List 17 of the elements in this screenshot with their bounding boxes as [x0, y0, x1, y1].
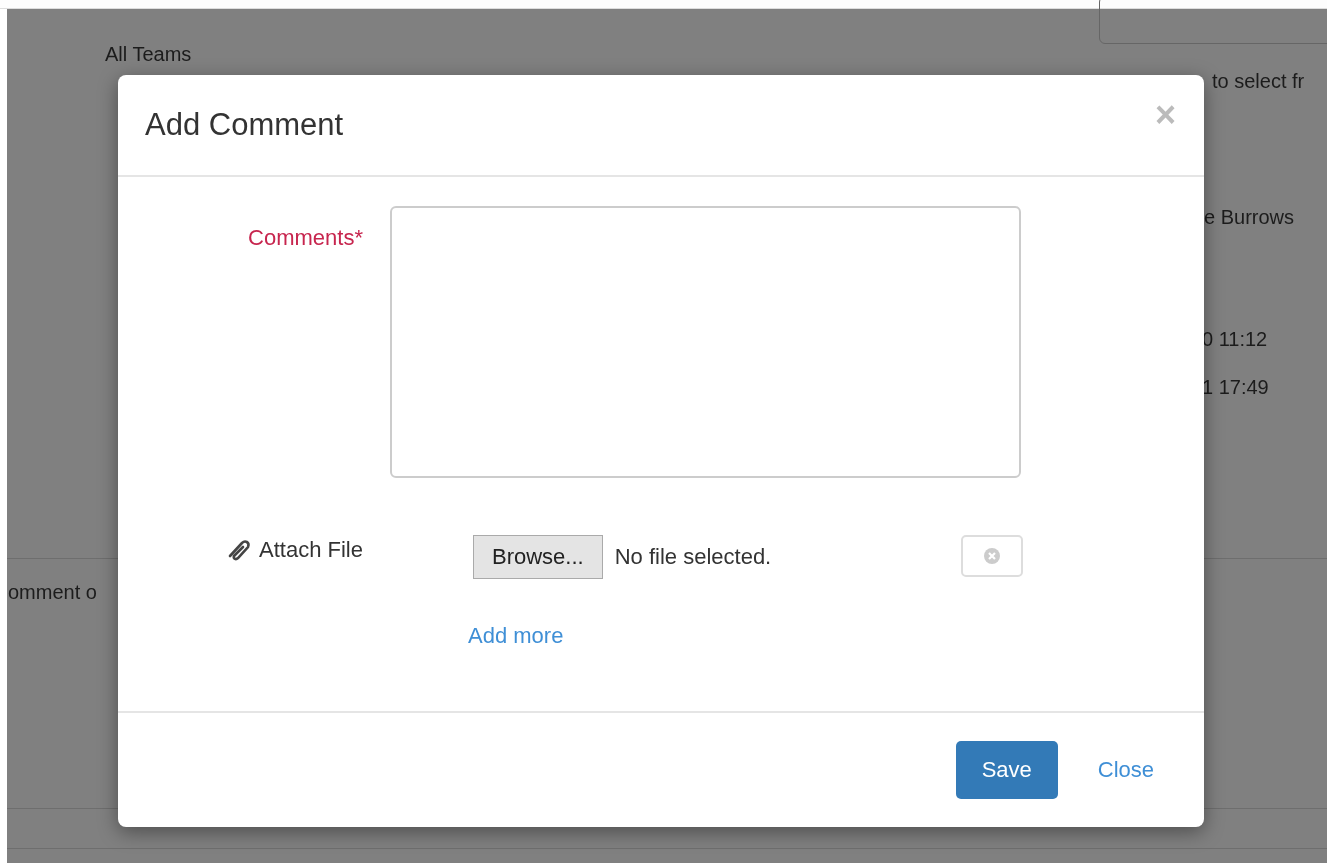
- attach-file-label: Attach File: [259, 537, 363, 563]
- comments-label: Comments*: [248, 225, 363, 250]
- save-button[interactable]: Save: [955, 741, 1058, 799]
- remove-button[interactable]: [961, 535, 1023, 577]
- date-time-text: 1 17:49: [1202, 376, 1269, 399]
- add-more-link[interactable]: Add more: [468, 623, 564, 649]
- file-status-text: No file selected.: [614, 544, 772, 570]
- dialog-title: Add Comment: [145, 107, 344, 143]
- team-filter-label: All Teams: [105, 43, 192, 66]
- comments-field[interactable]: [390, 206, 1021, 478]
- hint-text: to select fr: [1212, 70, 1305, 93]
- comment-label: omment o: [8, 581, 97, 604]
- browse-button[interactable]: Browse...: [473, 535, 603, 579]
- close-link[interactable]: Close: [1097, 757, 1154, 783]
- remove-icon: [983, 547, 1001, 565]
- person-name: e Burrows: [1204, 206, 1295, 229]
- text-field[interactable]: [1099, 0, 1327, 44]
